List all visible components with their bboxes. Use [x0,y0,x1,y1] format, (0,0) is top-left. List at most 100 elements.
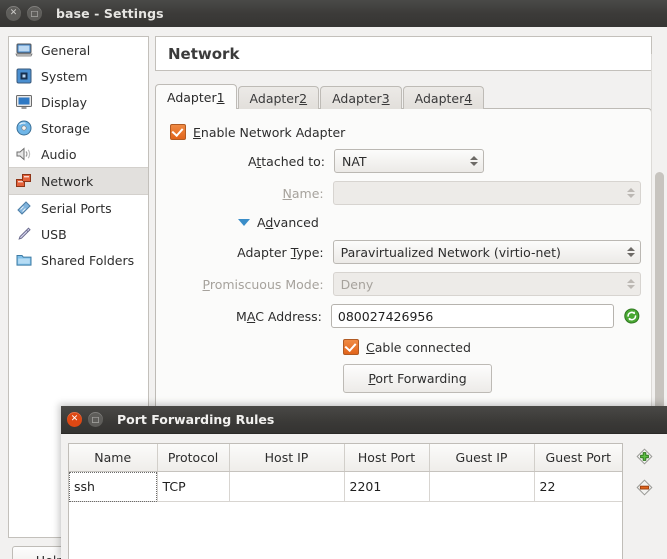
sidebar-item-usb[interactable]: USB [9,221,148,247]
display-icon [16,95,32,109]
port-forwarding-button[interactable]: Port Forwarding [343,364,492,393]
adapter-name-row: Name: [170,179,641,207]
sidebar-item-audio[interactable]: Audio [9,141,148,167]
maximize-icon[interactable]: □ [88,412,103,427]
port-forwarding-table[interactable]: Name Protocol Host IP Host Port Guest IP… [68,443,623,559]
sidebar-item-label: Storage [41,120,90,136]
window-title: base - Settings [56,6,164,21]
sidebar-item-label: Audio [41,146,77,162]
sidebar-item-system[interactable]: System [9,63,148,89]
maximize-icon[interactable]: □ [27,6,42,21]
cable-connected-row[interactable]: Cable connected [343,336,641,358]
sidebar-item-label: Serial Ports [41,200,112,216]
column-header-guest-ip[interactable]: Guest IP [429,444,535,472]
adapter-tabstrip[interactable]: Adapter 1 Adapter 2 Adapter 3 Adapter 4 [155,84,652,109]
settings-window: ✕ □ base - Settings General System Displ… [0,0,667,559]
attached-to-row: Attached to: NAT [170,147,641,175]
adapter-name-combobox [332,181,641,205]
tab-mnemonic: 4 [464,90,473,106]
attached-to-combobox[interactable]: NAT [334,149,484,173]
mac-address-row: MAC Address: 080027426956 [170,302,641,330]
remove-rule-icon[interactable] [634,477,655,498]
sidebar-item-label: Network [41,173,94,189]
tab-adapter-3[interactable]: Adapter 3 [320,86,402,109]
page-title-bar: Network [155,36,652,71]
tab-label: Adapter [249,90,300,106]
network-icon [16,174,31,187]
folder-icon [16,255,32,266]
adapter-name-label: Name: [282,185,324,201]
sidebar-item-storage[interactable]: Storage [9,115,148,141]
sidebar-item-label: USB [41,226,67,242]
sidebar-item-network[interactable]: Network [9,167,148,195]
tab-label: Adapter [332,90,382,106]
sidebar-item-label: System [41,68,88,84]
cell-guest-port[interactable]: 22 [534,471,622,502]
refresh-icon[interactable] [623,307,641,325]
cable-connected-checkbox[interactable] [343,339,359,355]
column-header-host-ip[interactable]: Host IP [229,444,345,472]
promiscuous-mode-label: Promiscuous Mode: [202,276,324,292]
sidebar-item-display[interactable]: Display [9,89,148,115]
chevron-updown-icon [625,188,636,198]
sidebar-item-serial-ports[interactable]: Serial Ports [9,195,148,221]
close-icon[interactable]: ✕ [6,6,21,21]
tab-mnemonic: 1 [216,89,225,105]
close-icon[interactable]: ✕ [67,412,82,427]
adapter-1-panel: Enable Network Adapter Attached to: NAT … [155,108,652,448]
sidebar-item-label: Display [41,94,88,110]
tab-adapter-1[interactable]: Adapter 1 [155,84,237,109]
scrollbar-thumb[interactable] [655,172,664,442]
adapter-type-row: Adapter Type: Paravirtualized Network (v… [170,238,641,266]
page-title: Network [168,44,240,63]
column-header-protocol[interactable]: Protocol [157,444,230,472]
tab-mnemonic: 2 [299,90,308,106]
cell-protocol[interactable]: TCP [157,471,230,502]
serial-port-icon [17,201,31,215]
monitor-icon [15,43,33,57]
enable-network-adapter-label: Enable Network Adapter [193,124,346,140]
cell-guest-ip[interactable] [429,471,535,502]
column-header-host-port[interactable]: Host Port [344,444,430,472]
sidebar-item-label: Shared Folders [41,252,135,268]
table-row[interactable]: ssh TCP 2201 22 [69,471,622,502]
chevron-updown-icon[interactable] [625,247,636,257]
dialog-titlebar: ✕ □ Port Forwarding Rules [61,406,667,434]
promiscuous-mode-combobox: Deny [332,272,641,296]
adapter-type-label: Adapter Type: [237,244,324,260]
cell-host-port[interactable]: 2201 [344,471,430,502]
adapter-type-value: Paravirtualized Network (virtio-net) [340,244,561,260]
tab-adapter-2[interactable]: Adapter 2 [237,86,320,109]
column-header-name[interactable]: Name [69,444,158,472]
sidebar-item-label: General [41,42,91,58]
tab-label: Adapter [167,89,217,105]
tab-adapter-4[interactable]: Adapter 4 [402,86,485,109]
mac-address-label: MAC Address: [236,308,322,324]
tab-label: Adapter [414,90,465,106]
cell-host-ip[interactable] [229,471,345,502]
sidebar-item-general[interactable]: General [9,37,148,63]
column-header-guest-port[interactable]: Guest Port [534,444,622,472]
tab-mnemonic: 3 [381,90,390,106]
dialog-toolbar [627,446,661,498]
advanced-disclosure[interactable]: Advanced [170,210,641,234]
promiscuous-mode-value: Deny [340,276,374,292]
attached-to-label: Attached to: [248,153,325,169]
add-rule-icon[interactable] [634,446,655,467]
port-forwarding-button-label: Port Forwarding [368,371,467,386]
promiscuous-mode-row: Promiscuous Mode: Deny [170,270,641,298]
mac-address-input[interactable]: 080027426956 [330,304,615,328]
chevron-down-icon[interactable] [238,218,250,226]
enable-network-adapter-row[interactable]: Enable Network Adapter [170,121,641,143]
enable-network-adapter-checkbox[interactable] [170,124,186,140]
table-header-row: Name Protocol Host IP Host Port Guest IP… [69,444,622,472]
sidebar-item-shared-folders[interactable]: Shared Folders [9,247,148,273]
adapter-type-combobox[interactable]: Paravirtualized Network (virtio-net) [332,240,641,264]
attached-to-value: NAT [342,153,367,169]
chevron-updown-icon[interactable] [468,156,479,166]
motherboard-icon [16,68,32,84]
speaker-icon [16,147,31,161]
cable-connected-label: Cable connected [366,339,471,355]
advanced-label: Advanced [257,214,319,230]
cell-name[interactable]: ssh [69,471,158,502]
